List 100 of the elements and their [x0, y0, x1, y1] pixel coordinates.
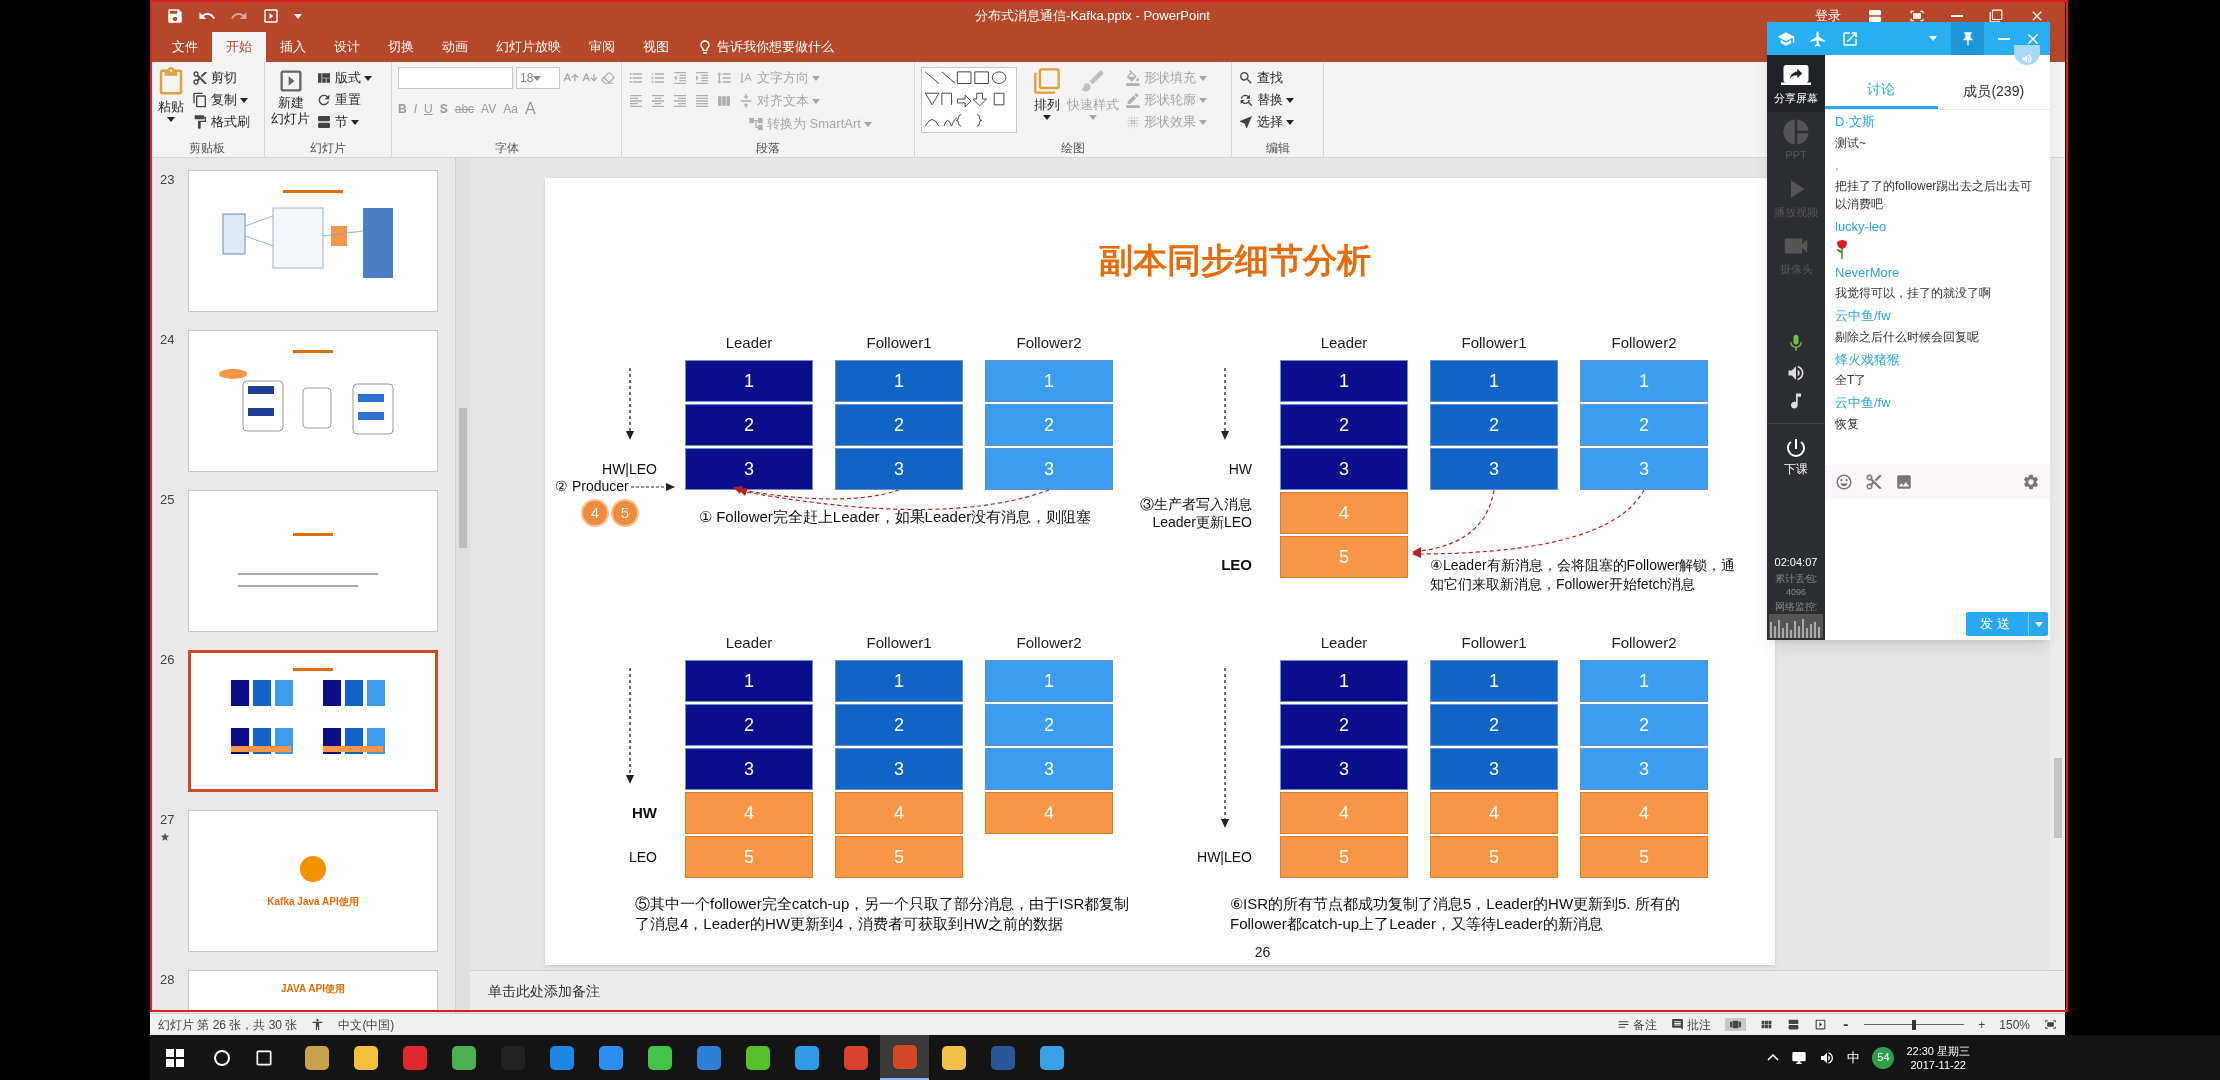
chat-tab[interactable]: 成员(239): [1937, 73, 2050, 109]
ribbon-tab[interactable]: 动画: [428, 32, 482, 62]
timer: 02:04:07: [1774, 555, 1818, 570]
slideshow-icon: [1814, 1018, 1828, 1031]
slide-thumbnail[interactable]: JAVA API使用: [188, 970, 438, 1013]
comments-button[interactable]: 批注: [1671, 1015, 1712, 1034]
caret-icon: [1089, 114, 1097, 120]
font-size-field[interactable]: 18: [516, 67, 560, 89]
lightbulb-icon: [697, 39, 713, 55]
thumbnail-scrollbar[interactable]: [455, 158, 470, 1013]
cut-button[interactable]: 剪切: [192, 67, 250, 89]
producer-label: ② Producer: [555, 477, 629, 496]
message-block: 1: [1430, 660, 1558, 702]
replace-button[interactable]: 替换: [1238, 89, 1294, 111]
packet-loss-label: 累计丢包:: [1774, 571, 1818, 586]
layout-icon: [316, 70, 332, 86]
pin-button[interactable]: [1951, 22, 1984, 55]
paste-button[interactable]: 粘贴: [156, 67, 186, 122]
ribbon-tab[interactable]: 审阅: [575, 32, 629, 62]
send-options-button[interactable]: [2028, 612, 2048, 636]
message-block: 3: [1580, 748, 1708, 790]
ribbon-tab[interactable]: 视图: [629, 32, 683, 62]
message-block: 3: [835, 448, 963, 490]
reading-view-button[interactable]: [1787, 1018, 1801, 1031]
message-block: 3: [1580, 448, 1708, 490]
zoom-out-button[interactable]: -: [1841, 1013, 1851, 1036]
network-icon: [1791, 1049, 1808, 1066]
zoom-in-button[interactable]: +: [1978, 1015, 1986, 1034]
message-block: 3: [1430, 448, 1558, 490]
notes-button[interactable]: 备注: [1617, 1015, 1658, 1034]
slide-thumbnail[interactable]: [188, 170, 438, 312]
tell-me-field[interactable]: 告诉我你想要做什么: [683, 32, 848, 62]
settings-icon: [2022, 473, 2040, 491]
decrease-indent-icon: [672, 70, 688, 86]
notes-pane[interactable]: 单击此处添加备注: [470, 970, 2065, 1013]
normal-view-button[interactable]: [1725, 1018, 1747, 1031]
ribbon-tab[interactable]: 开始: [212, 32, 266, 62]
slide-count: 幻灯片 第 26 张，共 30 张: [158, 1016, 298, 1034]
chevron-up-icon[interactable]: [1767, 1054, 1780, 1061]
sign-in-link[interactable]: 登录: [1815, 6, 1841, 26]
slide-number: 28: [160, 971, 175, 989]
message-block: 2: [985, 404, 1113, 446]
align-right-icon: [672, 93, 688, 109]
message-block: 3: [1280, 448, 1408, 490]
share-icon: [1841, 29, 1859, 48]
message-text: 把挂了了的follower踢出去之后出去可以消费吧: [1835, 178, 2034, 213]
caret-icon: [1929, 36, 1937, 41]
slide-number: 23: [160, 171, 175, 189]
ribbon-tab[interactable]: 设计: [320, 32, 374, 62]
shapes-gallery[interactable]: [921, 67, 1017, 133]
ribbon-tab[interactable]: 文件: [158, 32, 212, 62]
slide-thumbnail[interactable]: Kafka Java API使用: [188, 810, 438, 952]
slide-thumbnail[interactable]: [188, 650, 438, 792]
slide-thumbnail[interactable]: [188, 490, 438, 632]
replace-icon: [1238, 92, 1254, 108]
pointer-label: ③生产者写入消息 Leader更新LEO: [1140, 495, 1252, 531]
sender-name: NeverMore: [1835, 263, 1901, 282]
ribbon-tab[interactable]: 插入: [266, 32, 320, 62]
new-message-block: 4: [835, 792, 963, 834]
arrange-button[interactable]: 排列: [1033, 67, 1061, 120]
new-slide-button[interactable]: 新建 幻灯片: [271, 67, 310, 127]
sender-name: .: [1835, 156, 1840, 175]
align-text-icon: [738, 93, 754, 109]
tool-button[interactable]: 分享屏幕: [1767, 55, 1825, 112]
pointer-label: LEO: [629, 848, 657, 866]
copy-button[interactable]: 复制: [192, 89, 250, 111]
layout-button[interactable]: 版式: [316, 67, 372, 89]
caret-icon: [240, 97, 248, 103]
step-note: ⑥ISR的所有节点都成功复制了消息5，Leader的HW更新到5. 所有的Follower都catch-up上了Leader，又等待Leader的新消息: [1230, 894, 1681, 934]
message-block: 1: [835, 360, 963, 402]
sorter-view-button[interactable]: [1760, 1018, 1774, 1031]
ribbon-tab[interactable]: 幻灯片放映: [482, 32, 575, 62]
end-class-button[interactable]: 下课: [1784, 436, 1808, 478]
message-block: 2: [685, 404, 813, 446]
select-button[interactable]: 选择: [1238, 111, 1294, 133]
format-painter-button[interactable]: 格式刷: [192, 111, 250, 133]
ribbon-tab[interactable]: 切换: [374, 32, 428, 62]
step-note: ⑤其中一个follower完全catch-up，另一个只取了部分消息，由于ISR都复制了消息4，Leader的HW更新到4，消费者可获取到HW之前的数据: [635, 894, 1131, 934]
slide-thumbnail[interactable]: [188, 330, 438, 472]
windows-logo[interactable]: [166, 1048, 184, 1067]
pointer-label: HW|LEO: [1197, 848, 1252, 866]
align-left-icon: [628, 93, 644, 109]
message-block: 3: [1430, 748, 1558, 790]
slide-scrollbar[interactable]: [2050, 158, 2065, 970]
slider-thumb[interactable]: [1912, 1019, 1917, 1030]
chat-tab[interactable]: 讨论: [1825, 73, 1938, 109]
taskbar-app[interactable]: [880, 1035, 929, 1080]
slideshow-button[interactable]: [1814, 1018, 1828, 1031]
reset-button[interactable]: 重置: [316, 89, 372, 111]
find-button[interactable]: 查找: [1238, 67, 1294, 89]
zoom-slider[interactable]: [1864, 1019, 1965, 1030]
fullscreen-icon: [1909, 8, 1925, 24]
text-direction-icon: [738, 70, 754, 86]
increase-indent-icon: [694, 70, 710, 86]
clock-time: 22:30 星期三: [1906, 1043, 1970, 1058]
font-name-field[interactable]: [398, 67, 513, 89]
effects-icon: [1125, 114, 1141, 130]
section-button[interactable]: 节: [316, 111, 372, 133]
message-block: 1: [685, 360, 813, 402]
group-label: 段落: [755, 140, 781, 157]
